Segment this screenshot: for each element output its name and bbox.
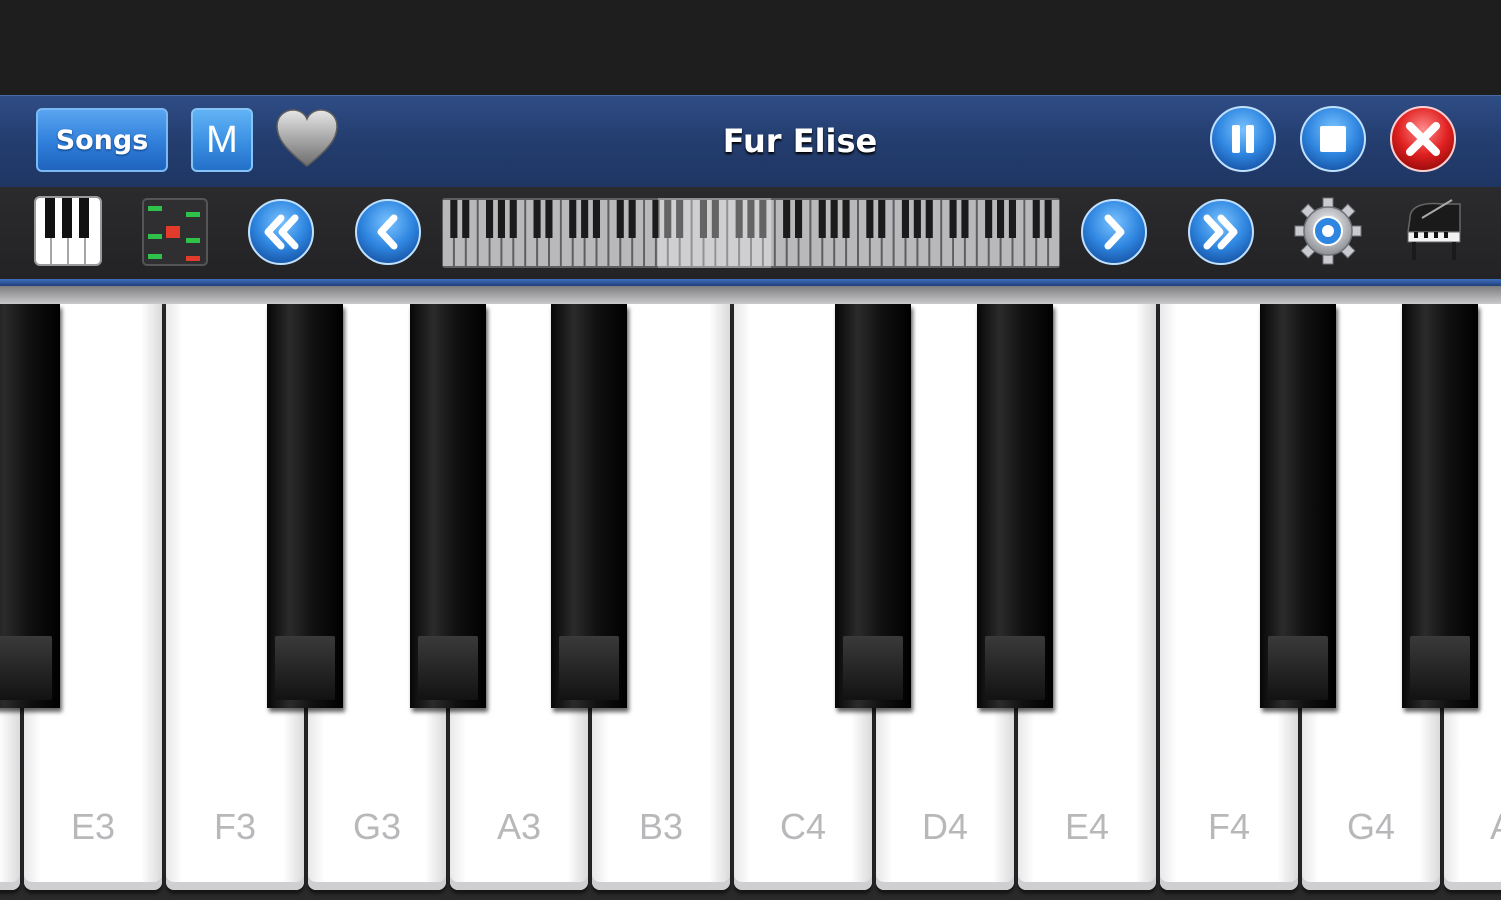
keyboard-lid: [0, 286, 1501, 304]
mini-black-key: [925, 200, 933, 238]
piano-black-key[interactable]: [0, 304, 60, 708]
mini-black-key: [497, 200, 505, 238]
key-label: E3: [70, 806, 116, 847]
key-label: G3: [352, 806, 402, 847]
mini-black-key: [949, 200, 957, 238]
keyboard-navigator[interactable]: [442, 198, 1060, 268]
songs-button[interactable]: Songs: [36, 108, 168, 172]
key-cap: [275, 636, 335, 700]
mini-black-key: [486, 200, 494, 238]
key-cap: [1410, 636, 1470, 700]
piano-black-key-g-sharp-4[interactable]: [1402, 304, 1478, 708]
mini-black-key: [462, 200, 470, 238]
key-cap: [0, 636, 52, 700]
mini-black-key: [545, 200, 553, 238]
key-label: B3: [638, 806, 684, 847]
double-chevron-left-icon[interactable]: [247, 198, 315, 266]
mini-black-key: [961, 200, 969, 238]
key-label: A3: [496, 806, 542, 847]
chevron-right-icon[interactable]: [1080, 198, 1148, 266]
mini-black-key: [569, 200, 577, 238]
piano-keys-icon[interactable]: [34, 196, 102, 266]
mini-black-key: [509, 200, 517, 238]
chevron-left-icon[interactable]: [354, 198, 422, 266]
piano-black-key-a-sharp-3[interactable]: [551, 304, 627, 708]
mini-black-key: [901, 200, 909, 238]
key-label: F3: [213, 806, 256, 847]
mini-black-key: [533, 200, 541, 238]
stop-icon[interactable]: [1299, 105, 1367, 173]
key-label: C4: [779, 806, 827, 847]
visible-range-highlight[interactable]: [658, 198, 771, 268]
grand-piano-icon[interactable]: [1402, 198, 1466, 264]
key-cap: [843, 636, 903, 700]
key-cap: [559, 636, 619, 700]
piano-black-key-c-sharp-4[interactable]: [835, 304, 911, 708]
close-icon[interactable]: [1389, 105, 1457, 173]
piano-black-key-f-sharp-4[interactable]: [1260, 304, 1336, 708]
mini-black-key: [1008, 200, 1016, 238]
key-label: D4: [921, 806, 969, 847]
m-button[interactable]: M: [191, 108, 253, 172]
mini-black-key: [1044, 200, 1052, 238]
mini-black-key: [818, 200, 826, 238]
key-label: G4: [1346, 806, 1396, 847]
mini-black-key: [795, 200, 803, 238]
pause-icon[interactable]: [1209, 105, 1277, 173]
piano-black-key-f-sharp-3[interactable]: [267, 304, 343, 708]
mini-black-key: [1032, 200, 1040, 238]
double-chevron-right-icon[interactable]: [1187, 198, 1255, 266]
mini-black-key: [450, 200, 458, 238]
mini-black-key: [913, 200, 921, 238]
status-bar-area: [0, 0, 1501, 95]
key-cap: [418, 636, 478, 700]
piano-black-key-g-sharp-3[interactable]: [410, 304, 486, 708]
mini-black-key: [866, 200, 874, 238]
key-label: F4: [1207, 806, 1250, 847]
key-cap: [1268, 636, 1328, 700]
divider: [0, 279, 1501, 286]
piano-keyboard: E3 F3 G3 A3 B3 C4 D4 E4 F4 G4 A: [0, 304, 1501, 900]
mini-black-key: [997, 200, 1005, 238]
mini-black-key: [592, 200, 600, 238]
mini-black-key: [783, 200, 791, 238]
piano-black-key-d-sharp-4[interactable]: [977, 304, 1053, 708]
heart-icon[interactable]: [274, 108, 340, 170]
mini-black-key: [581, 200, 589, 238]
mini-black-key: [628, 200, 636, 238]
key-label: E4: [1064, 806, 1110, 847]
mini-black-key: [842, 200, 850, 238]
key-label: A: [1444, 806, 1501, 848]
mini-black-key: [878, 200, 886, 238]
key-cap: [985, 636, 1045, 700]
mini-black-key: [616, 200, 624, 238]
song-title: Fur Elise: [722, 122, 878, 160]
note-grid-icon[interactable]: [142, 198, 208, 266]
gear-icon[interactable]: [1294, 196, 1362, 266]
mini-black-key: [985, 200, 993, 238]
mini-black-key: [830, 200, 838, 238]
